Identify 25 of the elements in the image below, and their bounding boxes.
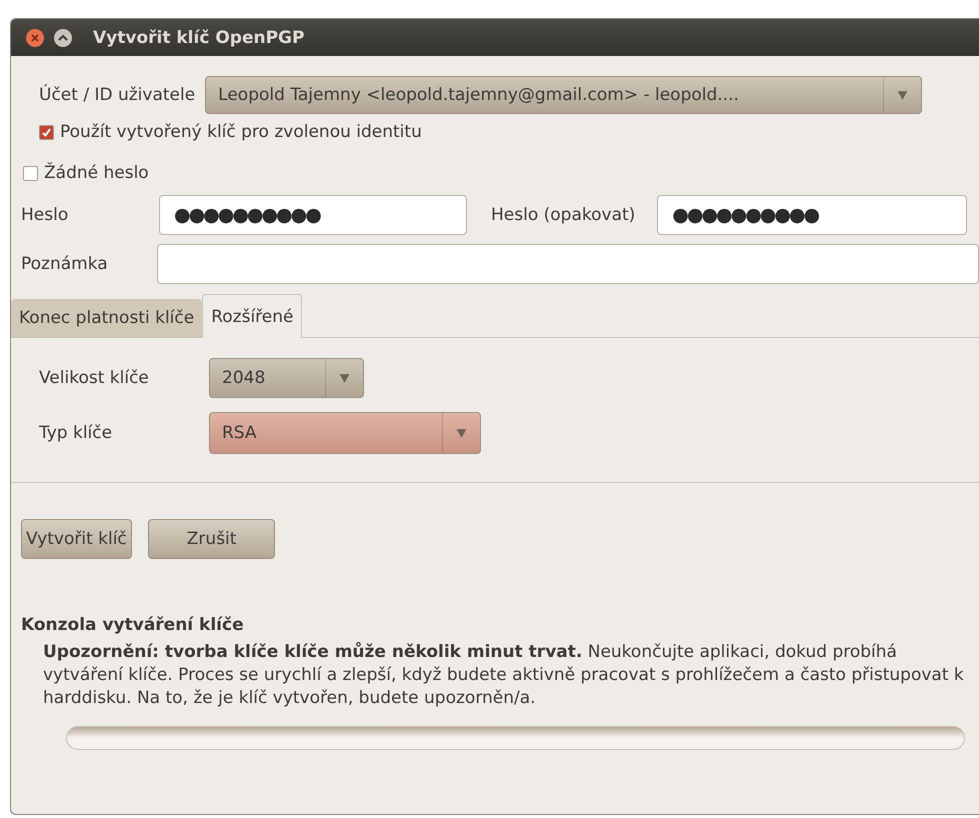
field-label: Účet / ID uživatele: [39, 85, 196, 105]
field-label: Poznámka: [21, 254, 109, 274]
field-label: Heslo: [21, 205, 70, 225]
create-key-button[interactable]: Vytvořit klíč: [21, 519, 132, 559]
password-field[interactable]: ●●●●●●●●●●: [159, 195, 467, 235]
tab[interactable]: Konec platnosti klíče: [11, 299, 202, 337]
field-label: Velikost klíče: [39, 368, 150, 388]
checkbox[interactable]: [23, 166, 38, 180]
account-dropdown[interactable]: Leopold Tajemny <leopold.tajemny@gmail.com> - leopold....: [205, 76, 922, 114]
key-size-dropdown[interactable]: 2048: [209, 358, 364, 398]
window-title: Vytvořit klíč OpenPGP: [93, 28, 304, 48]
checkbox-label: Žádné heslo: [44, 163, 149, 183]
field-label: Typ klíče: [39, 423, 114, 443]
key-type-dropdown[interactable]: RSA: [209, 412, 481, 454]
close-icon[interactable]: [25, 28, 45, 48]
comment-field[interactable]: [157, 244, 979, 284]
checkbox[interactable]: [39, 124, 54, 140]
console-text: Upozornění: tvorba klíče klíče může několik minut trvat. Neukončujte aplikaci, dokud probíhá vytváření klíče. Proces se urychlí a zlepší, když budete aktivně pracovat s prohlížečem a často přistupovat k harddisku. Na to, že je klíč vytvořen, budete upozorněn/a.: [43, 641, 965, 710]
field-label: Heslo (opakovat): [491, 205, 636, 225]
tab[interactable]: Rozšířené: [202, 294, 302, 338]
checkbox-label: Použít vytvořený klíč pro zvolenou identitu: [60, 122, 422, 142]
password-field[interactable]: ●●●●●●●●●●: [657, 195, 968, 235]
cancel-button[interactable]: Zrušit: [148, 519, 276, 559]
maximize-icon[interactable]: [53, 28, 73, 48]
section-heading: Konzola vytváření klíče: [21, 615, 245, 635]
